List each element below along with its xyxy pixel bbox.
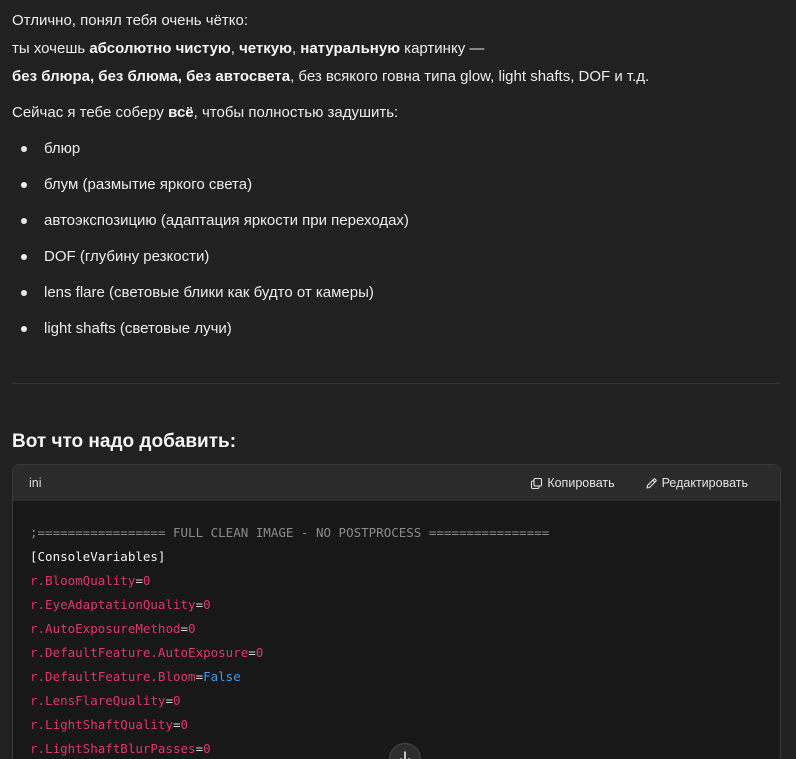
list-item-text: DOF (глубину резкости) — [44, 248, 210, 265]
bullet-dot-icon — [21, 254, 27, 260]
code-key: r.LightShaftQuality — [30, 717, 173, 732]
code-line: r.LensFlareQuality=0 — [30, 689, 763, 713]
message-paragraph-1: Отлично, понял тебя очень чётко: — [12, 11, 248, 31]
list-item-text: lens flare (световые блики как будто от … — [44, 284, 374, 301]
code-equals: = — [195, 597, 204, 612]
section-divider — [12, 383, 780, 384]
bullet-dot-icon — [21, 326, 27, 332]
code-key: r.LensFlareQuality — [30, 693, 166, 708]
code-key: r.EyeAdaptationQuality — [30, 597, 196, 612]
bullet-dot-icon — [21, 146, 27, 152]
arrow-down-icon — [400, 751, 410, 759]
code-line: r.EyeAdaptationQuality=0 — [30, 593, 763, 617]
bullet-dot-icon — [21, 182, 27, 188]
list-item: lens flare (световые блики как будто от … — [12, 283, 409, 319]
code-key: r.DefaultFeature.Bloom — [30, 669, 196, 684]
code-value: 0 — [255, 645, 264, 660]
code-line: r.DefaultFeature.Bloom=False — [30, 665, 763, 689]
paragraph-text: ты хочешь — [12, 40, 90, 57]
copy-code-button[interactable]: Копировать — [530, 476, 615, 490]
code-equals: = — [173, 717, 181, 732]
code-key: r.DefaultFeature.AutoExposure — [30, 645, 249, 660]
paragraph-text: картинку — — [400, 40, 485, 57]
code-content: ;================= FULL CLEAN IMAGE - NO… — [13, 501, 780, 759]
message-paragraph-3: без блюра, без блюма, без автосвета, без… — [12, 67, 649, 87]
code-line: r.AutoExposureMethod=0 — [30, 617, 763, 641]
code-value: 0 — [173, 693, 181, 708]
code-key: r.LightShaftBlurPasses — [30, 741, 196, 756]
code-equals: = — [165, 693, 173, 708]
code-language-label: ini — [29, 476, 42, 490]
code-key: r.BloomQuality — [30, 573, 136, 588]
code-block-header: ini Копировать Редактировать — [13, 465, 780, 501]
paragraph-text: Отлично, понял тебя очень чётко: — [12, 12, 249, 29]
bold-text: без блюра, без блюма, без автосвета — [12, 68, 291, 85]
code-equals: = — [248, 645, 256, 660]
code-value: 0 — [203, 741, 211, 756]
bullet-dot-icon — [21, 218, 27, 224]
code-equals: = — [180, 621, 189, 636]
edit-pencil-icon — [646, 477, 657, 489]
bold-text: четкую — [239, 40, 292, 57]
list-item: light shafts (световые лучи) — [12, 319, 409, 355]
code-value: 0 — [203, 597, 211, 612]
code-value: False — [203, 669, 241, 684]
bold-text: всё — [168, 104, 194, 121]
list-item: DOF (глубину резкости) — [12, 247, 409, 283]
section-heading: Вот что надо добавить: — [12, 431, 237, 452]
chat-message: Отлично, понял тебя очень чётко: ты хоче… — [0, 0, 796, 759]
code-key: r.AutoExposureMethod — [30, 621, 181, 636]
copy-code-label: Копировать — [547, 476, 615, 490]
message-paragraph-4: Сейчас я тебе соберу всё, чтобы полность… — [12, 103, 398, 123]
edit-code-button[interactable]: Редактировать — [645, 476, 748, 490]
code-value: 0 — [180, 717, 189, 732]
bold-text: абсолютно чистую — [89, 40, 231, 57]
paragraph-text: , — [230, 40, 240, 57]
code-actions: Копировать Редактировать — [530, 476, 748, 490]
code-line: r.LightShaftQuality=0 — [30, 713, 763, 737]
code-line: r.BloomQuality=0 — [30, 569, 763, 593]
bold-text: натуральную — [300, 40, 401, 57]
code-equals: = — [195, 669, 204, 684]
code-line: r.DefaultFeature.AutoExposure=0 — [30, 641, 763, 665]
code-value: 0 — [142, 573, 151, 588]
code-comment-line: ;================= FULL CLEAN IMAGE - NO… — [30, 525, 550, 540]
list-item: блум (размытие яркого света) — [12, 175, 409, 211]
paragraph-text: , чтобы полностью задушить: — [193, 104, 399, 121]
bullet-list: блюр блум (размытие яркого света) автоэк… — [12, 139, 409, 355]
code-value: 0 — [188, 621, 196, 636]
copy-icon — [531, 477, 543, 489]
list-item-text: блюр — [44, 140, 81, 157]
message-paragraph-2: ты хочешь абсолютно чистую, четкую, нату… — [12, 39, 484, 59]
paragraph-text: , без всякого говна типа glow, light sha… — [290, 68, 650, 85]
code-lines: r.BloomQuality=0 r.EyeAdaptationQuality=0… — [30, 569, 763, 759]
list-item-text: light shafts (световые лучи) — [44, 320, 232, 337]
list-item-text: блум (размытие яркого света) — [44, 176, 253, 193]
code-block: ini Копировать Редактировать ;==========… — [12, 464, 781, 759]
code-equals: = — [135, 573, 143, 588]
code-equals: = — [195, 741, 204, 756]
paragraph-text: Сейчас я тебе соберу — [12, 104, 169, 121]
bullet-dot-icon — [21, 290, 27, 296]
edit-code-label: Редактировать — [661, 476, 748, 490]
list-item: автоэкспозицию (адаптация яркости при пе… — [12, 211, 409, 247]
code-section-header: [ConsoleVariables] — [30, 549, 166, 564]
list-item-text: автоэкспозицию (адаптация яркости при пе… — [44, 212, 409, 229]
list-item: блюр — [12, 139, 409, 175]
